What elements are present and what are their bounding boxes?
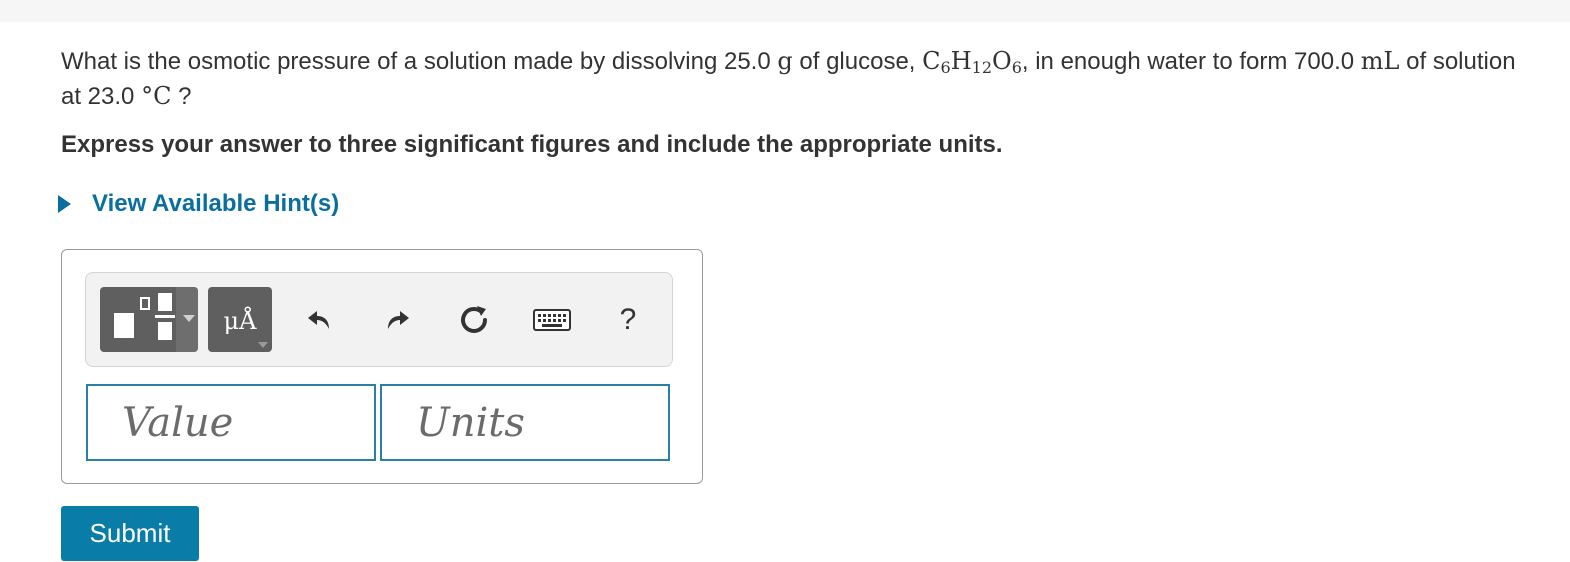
submit-button[interactable]: Submit	[61, 506, 199, 561]
question-part: , in enough water to form 700.0	[1021, 48, 1361, 75]
fraction-numerator-icon	[158, 293, 172, 311]
keyboard-button[interactable]	[532, 301, 572, 339]
question-part: What is the osmotic pressure of a soluti…	[61, 48, 778, 75]
mass-unit: g	[777, 47, 793, 75]
hints-toggle[interactable]: View Available Hint(s)	[58, 190, 339, 218]
fraction-bar-icon	[155, 315, 175, 318]
templates-button[interactable]	[100, 287, 198, 352]
reset-icon	[461, 306, 487, 333]
redo-button[interactable]	[378, 301, 416, 339]
instruction-text: Express your answer to three significant…	[61, 131, 1003, 158]
formula-o: O	[992, 47, 1012, 75]
hints-link[interactable]: View Available Hint(s)	[92, 190, 339, 218]
question-part: ?	[171, 83, 192, 110]
units-button-label: μÅ	[223, 307, 257, 335]
math-toolbar: μÅ ?	[85, 272, 673, 367]
units-input[interactable]	[382, 386, 668, 459]
undo-button[interactable]	[301, 301, 339, 339]
fraction-denominator-icon	[158, 322, 172, 340]
formula-h: H	[950, 47, 972, 75]
help-icon: ?	[619, 303, 637, 336]
glucose-formula: C6H12O6	[922, 47, 1022, 77]
question-part: of glucose,	[792, 48, 923, 75]
chevron-down-icon	[183, 315, 195, 322]
keyboard-icon	[533, 309, 571, 331]
temp-unit: °C	[141, 82, 172, 110]
formula-c-sub: 6	[940, 58, 951, 77]
help-button[interactable]: ?	[609, 301, 647, 339]
reset-button[interactable]	[455, 301, 493, 339]
value-field[interactable]	[86, 384, 376, 461]
value-input[interactable]	[88, 386, 374, 459]
top-strip	[0, 0, 1570, 22]
question-text: What is the osmotic pressure of a soluti…	[61, 44, 1541, 114]
chevron-down-icon	[258, 342, 268, 348]
undo-icon	[308, 311, 329, 329]
caret-right-icon	[58, 195, 71, 213]
units-button[interactable]: μÅ	[208, 287, 272, 352]
formula-h-sub: 12	[971, 58, 993, 77]
template-icon	[114, 313, 134, 338]
volume-unit: mL	[1360, 47, 1400, 75]
formula-o-sub: 6	[1011, 58, 1022, 77]
answer-box: μÅ ? Value Units	[61, 249, 703, 484]
formula-c: C	[922, 47, 941, 75]
redo-icon	[388, 311, 409, 329]
units-field[interactable]	[380, 384, 670, 461]
template-superscript-icon	[140, 297, 150, 310]
